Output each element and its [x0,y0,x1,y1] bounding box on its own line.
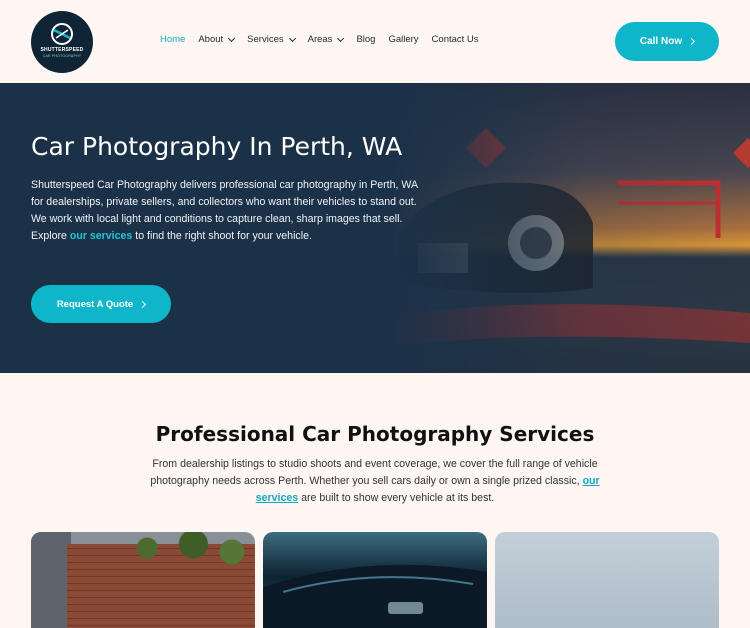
hero-section: Car Photography In Perth, WA Shutterspee… [0,83,750,373]
nav-services-label: Services [247,34,284,45]
chevron-down-icon [337,34,345,42]
nav-about-label: About [198,34,224,45]
nav-areas[interactable]: Areas [307,34,345,45]
camera-aperture-icon [51,22,73,45]
nav-blog-label: Blog [356,34,376,45]
nav-home[interactable]: Home [160,34,185,45]
logo-name: SHUTTERSPEED [40,46,84,53]
chevron-down-icon [228,34,236,42]
main-nav: Home About Services Areas Blog Gallery C… [160,34,492,45]
nav-home-label: Home [160,34,186,45]
request-quote-button[interactable]: Request A Quote [31,285,171,323]
hero-text-part: to find the right shoot for your vehicle… [132,230,312,242]
nav-contact-label: Contact Us [431,34,479,45]
service-card-image[interactable] [263,532,487,628]
call-now-button[interactable]: Call Now [615,22,719,61]
call-now-label: Call Now [639,36,683,47]
chevron-down-icon [288,34,296,42]
services-text-part: From dealership listings to studio shoot… [150,458,598,487]
nav-areas-label: Areas [307,34,333,45]
building-image [31,532,71,628]
hero-title: Car Photography In Perth, WA [31,132,403,161]
nav-services[interactable]: Services [247,34,296,45]
services-description: From dealership listings to studio shoot… [130,456,620,507]
logo-subtitle: CAR PHOTOGRAPHY [42,53,82,58]
service-card-image[interactable] [495,532,719,628]
service-card-image[interactable] [31,532,255,628]
nav-blog[interactable]: Blog [356,34,375,45]
car-hood-image [263,564,487,628]
hero-description: Shutterspeed Car Photography delivers pr… [31,177,419,245]
logo[interactable]: SHUTTERSPEED CAR PHOTOGRAPHY [31,11,93,73]
services-title: Professional Car Photography Services [155,422,595,446]
nav-gallery[interactable]: Gallery [388,34,418,45]
services-text-part: are built to show every vehicle at its b… [298,492,495,504]
nav-gallery-label: Gallery [388,34,419,45]
request-quote-label: Request A Quote [56,298,134,310]
our-services-link[interactable]: our services [70,230,132,242]
site-header: SHUTTERSPEED CAR PHOTOGRAPHY Home About … [0,0,750,83]
chevron-right-icon [688,37,696,46]
nav-contact[interactable]: Contact Us [432,34,479,45]
nav-about[interactable]: About [198,34,236,45]
ivy-image [101,532,255,572]
chevron-right-icon [139,300,147,308]
